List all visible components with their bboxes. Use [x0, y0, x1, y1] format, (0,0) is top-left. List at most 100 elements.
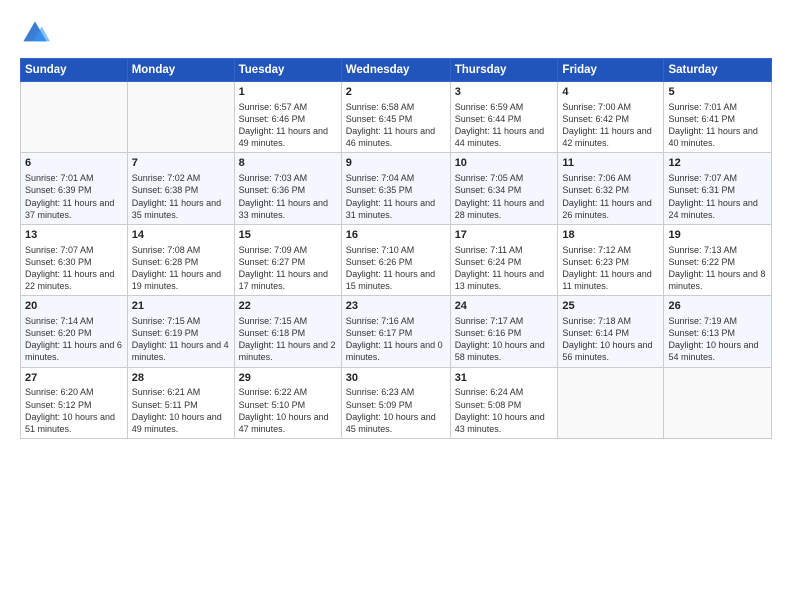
calendar-cell: 22Sunrise: 7:15 AM Sunset: 6:18 PM Dayli… [234, 296, 341, 367]
day-number: 22 [239, 299, 337, 314]
day-number: 23 [346, 299, 446, 314]
day-number: 13 [25, 228, 123, 243]
calendar-week-4: 20Sunrise: 7:14 AM Sunset: 6:20 PM Dayli… [21, 296, 772, 367]
header [20, 18, 772, 48]
day-number: 24 [455, 299, 554, 314]
day-info: Sunrise: 7:04 AM Sunset: 6:35 PM Dayligh… [346, 172, 446, 221]
day-info: Sunrise: 6:21 AM Sunset: 5:11 PM Dayligh… [132, 386, 230, 435]
calendar-cell [558, 367, 664, 438]
day-info: Sunrise: 7:06 AM Sunset: 6:32 PM Dayligh… [562, 172, 659, 221]
calendar-cell: 2Sunrise: 6:58 AM Sunset: 6:45 PM Daylig… [341, 82, 450, 153]
calendar-cell [21, 82, 128, 153]
calendar-week-3: 13Sunrise: 7:07 AM Sunset: 6:30 PM Dayli… [21, 224, 772, 295]
calendar-cell: 15Sunrise: 7:09 AM Sunset: 6:27 PM Dayli… [234, 224, 341, 295]
day-info: Sunrise: 7:02 AM Sunset: 6:38 PM Dayligh… [132, 172, 230, 221]
calendar-header-thursday: Thursday [450, 59, 558, 82]
day-number: 19 [668, 228, 767, 243]
day-number: 26 [668, 299, 767, 314]
day-number: 25 [562, 299, 659, 314]
calendar-cell: 20Sunrise: 7:14 AM Sunset: 6:20 PM Dayli… [21, 296, 128, 367]
day-number: 4 [562, 85, 659, 100]
logo-icon [20, 18, 50, 48]
calendar-header-tuesday: Tuesday [234, 59, 341, 82]
day-number: 30 [346, 371, 446, 386]
day-number: 14 [132, 228, 230, 243]
calendar-cell: 7Sunrise: 7:02 AM Sunset: 6:38 PM Daylig… [127, 153, 234, 224]
calendar-cell: 30Sunrise: 6:23 AM Sunset: 5:09 PM Dayli… [341, 367, 450, 438]
day-number: 17 [455, 228, 554, 243]
day-info: Sunrise: 7:03 AM Sunset: 6:36 PM Dayligh… [239, 172, 337, 221]
day-info: Sunrise: 6:58 AM Sunset: 6:45 PM Dayligh… [346, 101, 446, 150]
day-number: 6 [25, 156, 123, 171]
calendar-cell: 21Sunrise: 7:15 AM Sunset: 6:19 PM Dayli… [127, 296, 234, 367]
day-number: 27 [25, 371, 123, 386]
calendar-cell: 29Sunrise: 6:22 AM Sunset: 5:10 PM Dayli… [234, 367, 341, 438]
day-info: Sunrise: 7:07 AM Sunset: 6:30 PM Dayligh… [25, 244, 123, 293]
calendar-cell: 17Sunrise: 7:11 AM Sunset: 6:24 PM Dayli… [450, 224, 558, 295]
calendar-cell: 5Sunrise: 7:01 AM Sunset: 6:41 PM Daylig… [664, 82, 772, 153]
day-info: Sunrise: 7:01 AM Sunset: 6:39 PM Dayligh… [25, 172, 123, 221]
calendar-header-row: SundayMondayTuesdayWednesdayThursdayFrid… [21, 59, 772, 82]
calendar-header-wednesday: Wednesday [341, 59, 450, 82]
day-number: 12 [668, 156, 767, 171]
day-info: Sunrise: 7:14 AM Sunset: 6:20 PM Dayligh… [25, 315, 123, 364]
day-info: Sunrise: 7:16 AM Sunset: 6:17 PM Dayligh… [346, 315, 446, 364]
day-number: 18 [562, 228, 659, 243]
calendar-cell: 6Sunrise: 7:01 AM Sunset: 6:39 PM Daylig… [21, 153, 128, 224]
day-info: Sunrise: 7:01 AM Sunset: 6:41 PM Dayligh… [668, 101, 767, 150]
day-info: Sunrise: 7:12 AM Sunset: 6:23 PM Dayligh… [562, 244, 659, 293]
calendar-cell: 26Sunrise: 7:19 AM Sunset: 6:13 PM Dayli… [664, 296, 772, 367]
day-number: 20 [25, 299, 123, 314]
calendar-week-5: 27Sunrise: 6:20 AM Sunset: 5:12 PM Dayli… [21, 367, 772, 438]
day-number: 15 [239, 228, 337, 243]
calendar-cell: 24Sunrise: 7:17 AM Sunset: 6:16 PM Dayli… [450, 296, 558, 367]
day-info: Sunrise: 7:15 AM Sunset: 6:19 PM Dayligh… [132, 315, 230, 364]
calendar-cell [664, 367, 772, 438]
day-number: 16 [346, 228, 446, 243]
day-number: 3 [455, 85, 554, 100]
calendar-cell: 13Sunrise: 7:07 AM Sunset: 6:30 PM Dayli… [21, 224, 128, 295]
calendar-cell: 18Sunrise: 7:12 AM Sunset: 6:23 PM Dayli… [558, 224, 664, 295]
logo [20, 18, 54, 48]
calendar-cell: 12Sunrise: 7:07 AM Sunset: 6:31 PM Dayli… [664, 153, 772, 224]
calendar-cell: 4Sunrise: 7:00 AM Sunset: 6:42 PM Daylig… [558, 82, 664, 153]
calendar-header-monday: Monday [127, 59, 234, 82]
day-number: 11 [562, 156, 659, 171]
calendar-cell [127, 82, 234, 153]
calendar-week-2: 6Sunrise: 7:01 AM Sunset: 6:39 PM Daylig… [21, 153, 772, 224]
day-info: Sunrise: 6:23 AM Sunset: 5:09 PM Dayligh… [346, 386, 446, 435]
day-info: Sunrise: 7:08 AM Sunset: 6:28 PM Dayligh… [132, 244, 230, 293]
calendar-cell: 19Sunrise: 7:13 AM Sunset: 6:22 PM Dayli… [664, 224, 772, 295]
day-info: Sunrise: 6:20 AM Sunset: 5:12 PM Dayligh… [25, 386, 123, 435]
calendar-header-friday: Friday [558, 59, 664, 82]
calendar-cell: 27Sunrise: 6:20 AM Sunset: 5:12 PM Dayli… [21, 367, 128, 438]
day-number: 7 [132, 156, 230, 171]
calendar-header-sunday: Sunday [21, 59, 128, 82]
calendar-cell: 10Sunrise: 7:05 AM Sunset: 6:34 PM Dayli… [450, 153, 558, 224]
calendar-cell: 9Sunrise: 7:04 AM Sunset: 6:35 PM Daylig… [341, 153, 450, 224]
calendar-cell: 1Sunrise: 6:57 AM Sunset: 6:46 PM Daylig… [234, 82, 341, 153]
calendar-cell: 25Sunrise: 7:18 AM Sunset: 6:14 PM Dayli… [558, 296, 664, 367]
day-info: Sunrise: 7:18 AM Sunset: 6:14 PM Dayligh… [562, 315, 659, 364]
day-number: 2 [346, 85, 446, 100]
calendar-cell: 31Sunrise: 6:24 AM Sunset: 5:08 PM Dayli… [450, 367, 558, 438]
day-info: Sunrise: 7:07 AM Sunset: 6:31 PM Dayligh… [668, 172, 767, 221]
day-number: 10 [455, 156, 554, 171]
day-info: Sunrise: 7:11 AM Sunset: 6:24 PM Dayligh… [455, 244, 554, 293]
calendar-cell: 14Sunrise: 7:08 AM Sunset: 6:28 PM Dayli… [127, 224, 234, 295]
calendar-header-saturday: Saturday [664, 59, 772, 82]
day-number: 1 [239, 85, 337, 100]
day-number: 8 [239, 156, 337, 171]
calendar-cell: 3Sunrise: 6:59 AM Sunset: 6:44 PM Daylig… [450, 82, 558, 153]
calendar-cell: 28Sunrise: 6:21 AM Sunset: 5:11 PM Dayli… [127, 367, 234, 438]
day-info: Sunrise: 7:17 AM Sunset: 6:16 PM Dayligh… [455, 315, 554, 364]
day-info: Sunrise: 6:24 AM Sunset: 5:08 PM Dayligh… [455, 386, 554, 435]
day-number: 21 [132, 299, 230, 314]
day-number: 29 [239, 371, 337, 386]
day-info: Sunrise: 7:13 AM Sunset: 6:22 PM Dayligh… [668, 244, 767, 293]
page: SundayMondayTuesdayWednesdayThursdayFrid… [0, 0, 792, 612]
calendar-cell: 11Sunrise: 7:06 AM Sunset: 6:32 PM Dayli… [558, 153, 664, 224]
day-info: Sunrise: 7:09 AM Sunset: 6:27 PM Dayligh… [239, 244, 337, 293]
day-number: 31 [455, 371, 554, 386]
day-info: Sunrise: 7:10 AM Sunset: 6:26 PM Dayligh… [346, 244, 446, 293]
